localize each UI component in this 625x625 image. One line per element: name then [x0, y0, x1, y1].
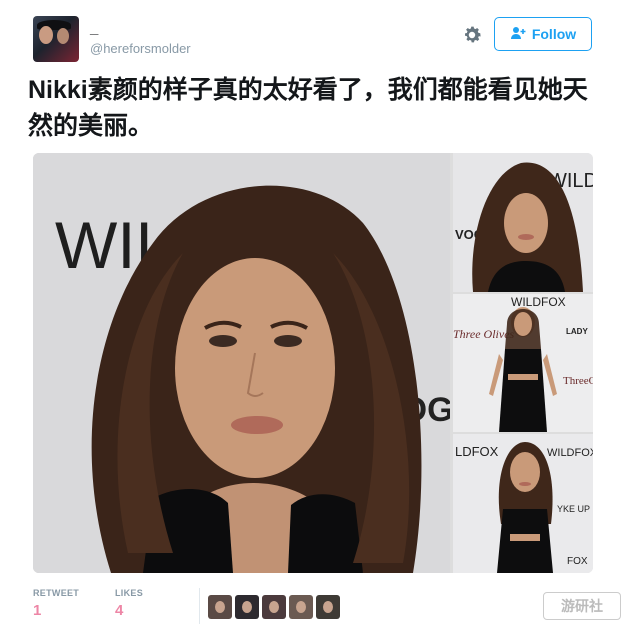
side3-backdrop-text-mid: YKE UP: [557, 504, 590, 514]
watermark-text: 游研社: [561, 598, 603, 614]
side2-backdrop-text-left: Three Olives: [453, 327, 515, 341]
main-photo[interactable]: WIL VOGUE: [33, 153, 450, 573]
side-photo-3[interactable]: LDFOX WILDFOX YKE UP FOX: [453, 434, 593, 573]
side3-backdrop-text-left: LDFOX: [455, 444, 499, 459]
side3-backdrop-text-bottom: FOX: [567, 556, 588, 567]
gear-icon[interactable]: [461, 24, 483, 46]
follow-label: Follow: [531, 26, 577, 42]
side2-backdrop-text-right: LADY: [566, 327, 588, 336]
watermark-logo: 游研社: [543, 592, 621, 620]
side-photo-2[interactable]: WILDFOX Three Olives LADY ThreeO: [453, 294, 593, 432]
side2-backdrop-text-top: WILDFOX: [511, 295, 566, 309]
retweet-label: RETWEET: [33, 588, 80, 598]
likes-count: 4: [115, 602, 124, 619]
follow-button[interactable]: Follow: [494, 17, 592, 51]
side-photo-1[interactable]: WILDF VOGU: [453, 153, 593, 292]
stats-divider: [199, 588, 200, 624]
liker-avatar[interactable]: [316, 595, 340, 619]
liker-avatar[interactable]: [208, 595, 232, 619]
add-user-icon: [510, 26, 526, 43]
side3-backdrop-text-right: WILDFOX: [547, 447, 593, 459]
user-avatar[interactable]: [33, 16, 79, 62]
media-grid[interactable]: WIL VOGUE WILDF VOGU: [33, 153, 593, 573]
tweet-stats: RETWEET 1 LIKES 4: [33, 588, 593, 624]
tweet-text: Nikki素颜的样子真的太好看了，我们都能看见她天然的美丽。: [28, 76, 588, 140]
likes-stat[interactable]: LIKES 4: [115, 588, 143, 619]
likers-avatars: [208, 595, 340, 619]
liker-avatar[interactable]: [289, 595, 313, 619]
liker-avatar[interactable]: [235, 595, 259, 619]
user-handle[interactable]: @hereforsmolder: [90, 41, 191, 56]
retweet-stat[interactable]: RETWEET 1: [33, 588, 79, 619]
tweet-header: _ @hereforsmolder Follow: [33, 16, 593, 64]
retweet-count: 1: [33, 602, 42, 619]
side2-backdrop-text-right-2: ThreeO: [563, 375, 593, 387]
likes-label: LIKES: [115, 588, 144, 598]
liker-avatar[interactable]: [262, 595, 286, 619]
user-display-name[interactable]: _: [90, 20, 98, 37]
